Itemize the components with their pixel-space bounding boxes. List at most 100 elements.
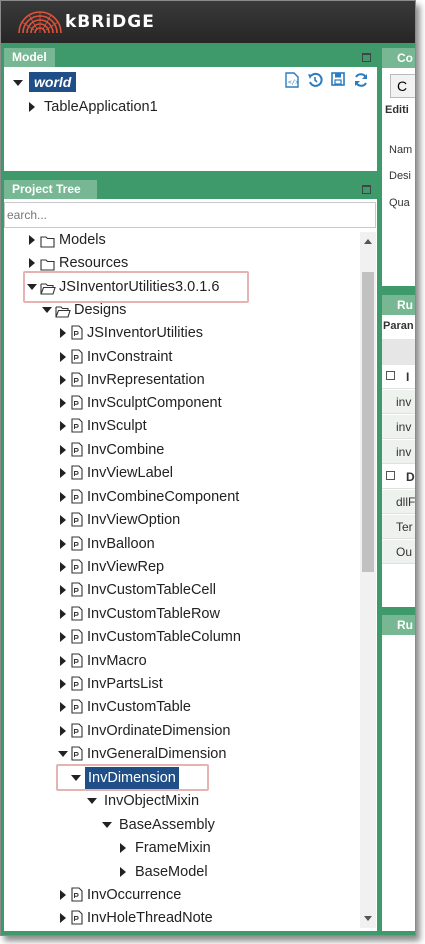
tree-item-label[interactable]: InvHoleThreadNote: [87, 907, 213, 929]
model-panel: Model world TableApplication1 </>: [4, 48, 377, 171]
design-file-icon: [71, 676, 83, 691]
tree-item-label[interactable]: InvCombineComponent: [87, 486, 239, 508]
tree-item-label[interactable]: InvViewLabel: [87, 462, 173, 484]
rules-grid-row[interactable]: I: [382, 365, 415, 389]
tree-item-label[interactable]: Models: [59, 229, 106, 251]
group-collapse-icon[interactable]: [386, 371, 395, 380]
tree-item-label[interactable]: InvBalloon: [87, 533, 155, 555]
maximize-icon[interactable]: [362, 53, 371, 62]
rules-grid-row[interactable]: inv: [382, 390, 415, 414]
open-folder-icon: [55, 303, 71, 318]
highlight-box: [23, 271, 249, 303]
grid-header: [382, 339, 415, 365]
tree-item-label[interactable]: InvCustomTableCell: [87, 579, 216, 601]
rules-grid-row[interactable]: Ou: [382, 540, 415, 564]
model-child-label[interactable]: TableApplication1: [44, 96, 158, 118]
tree-item-label[interactable]: InvViewOption: [87, 509, 180, 531]
model-panel-tab[interactable]: Model: [4, 48, 55, 67]
rules-grid-row[interactable]: inv: [382, 415, 415, 439]
design-file-icon: [71, 629, 83, 644]
tree-item-label[interactable]: InvPartsList: [87, 673, 163, 695]
save-icon[interactable]: [329, 72, 347, 90]
rules-grid-cell: Ter: [396, 520, 413, 534]
tree-item-label[interactable]: InvSculpt: [87, 415, 147, 437]
rules-grid-cell: inv: [396, 395, 412, 409]
tree-item-label[interactable]: InvCustomTableRow: [87, 603, 220, 625]
scroll-down-arrow-icon[interactable]: [360, 912, 376, 926]
collapse-arrow-icon[interactable]: [86, 790, 98, 812]
title-bar: kBRiDGE: [1, 1, 415, 43]
component-panel-header[interactable]: Co: [382, 48, 415, 68]
tree-item-label[interactable]: InvCustomTableColumn: [87, 626, 241, 648]
design-file-icon: [71, 887, 83, 902]
rules-grid-row[interactable]: inv: [382, 440, 415, 464]
rules-grid-cell: I: [406, 370, 410, 384]
design-file-icon: [71, 372, 83, 387]
design-file-icon: [71, 559, 83, 574]
parameters-header: Paran: [383, 320, 414, 332]
design-file-icon: [71, 910, 83, 925]
design-file-icon: [71, 723, 83, 738]
tree-item-label[interactable]: InvViewRep: [87, 556, 164, 578]
editing-label: Editi: [385, 104, 409, 116]
design-file-icon: [71, 465, 83, 480]
design-file-icon: [71, 395, 83, 410]
refresh-icon[interactable]: [352, 72, 370, 90]
field-label: Qua: [389, 197, 410, 209]
tree-item-label[interactable]: InvOccurrence: [87, 884, 181, 906]
tree-item-label[interactable]: InvRepresentation: [87, 369, 205, 391]
tree-item-label[interactable]: InvCustomTable: [87, 696, 191, 718]
model-root-label[interactable]: world: [29, 72, 77, 92]
collapse-arrow-icon[interactable]: [57, 743, 69, 765]
rules-grid-cell: inv: [396, 445, 412, 459]
project-tree-panel: Project Tree earch... Models Resources JSI…: [4, 180, 377, 931]
tree-item-label[interactable]: InvConstraint: [87, 346, 172, 368]
collapse-arrow-icon[interactable]: [101, 814, 113, 836]
tree-item-label[interactable]: InvObjectMixin: [104, 790, 199, 812]
tree-item-label[interactable]: InvGeneralDimension: [87, 743, 226, 765]
tree-item-label[interactable]: InvCombine: [87, 439, 164, 461]
field-label: Nam: [389, 144, 413, 156]
group-collapse-icon[interactable]: [386, 471, 395, 480]
component-panel: Co C Editi Nam Desi Qua: [382, 48, 415, 286]
design-file-icon: [71, 653, 83, 668]
collapse-arrow-icon[interactable]: [12, 72, 24, 94]
design-file-icon: [71, 325, 83, 340]
tree-item-label[interactable]: BaseModel: [135, 861, 208, 883]
folder-icon: [40, 233, 55, 248]
design-file-icon: [71, 442, 83, 457]
brand-name: kBRiDGE: [65, 12, 155, 32]
design-file-icon: [71, 349, 83, 364]
tree-item-label[interactable]: InvOrdinateDimension: [87, 720, 230, 742]
tree-item-label[interactable]: FrameMixin: [135, 837, 211, 859]
rules-panel: Ru Paran Iinv inv inv DdllF Ter Ou: [382, 295, 415, 607]
rules-panel-header[interactable]: Ru: [382, 295, 415, 315]
model-panel-header: Model: [4, 48, 377, 67]
app-window: kBRiDGE Model world TableApplication1 </…: [0, 0, 416, 936]
scroll-up-arrow-icon[interactable]: [360, 234, 376, 248]
tree-item-label[interactable]: InvSculptComponent: [87, 392, 222, 414]
rules-grid-row[interactable]: D: [382, 465, 415, 489]
maximize-icon[interactable]: [362, 185, 371, 194]
rules-panel-2-header[interactable]: Ru: [382, 615, 415, 635]
design-file-icon: [71, 699, 83, 714]
tree-item-label[interactable]: JSInventorUtilities: [87, 322, 203, 344]
rules-panel-2: Ru: [382, 615, 415, 931]
design-file-icon: [71, 418, 83, 433]
tree-item-label[interactable]: InvMacro: [87, 650, 147, 672]
design-file-icon: [71, 512, 83, 527]
design-file-icon: [71, 606, 83, 621]
tree-item-label[interactable]: BaseAssembly: [119, 814, 215, 836]
component-tab[interactable]: C: [390, 74, 415, 98]
rules-grid-cell: inv: [396, 420, 412, 434]
rules-grid-row[interactable]: dllF: [382, 490, 415, 514]
design-file-icon: [71, 582, 83, 597]
design-file-icon: [71, 536, 83, 551]
code-file-icon[interactable]: </>: [283, 72, 301, 90]
svg-text:</>: </>: [288, 79, 299, 86]
scrollbar-thumb[interactable]: [362, 272, 374, 572]
highlight-box: [56, 764, 209, 791]
rules-grid-row[interactable]: Ter: [382, 515, 415, 539]
tree-scrollbar[interactable]: [360, 232, 376, 928]
undo-icon[interactable]: [306, 72, 324, 90]
